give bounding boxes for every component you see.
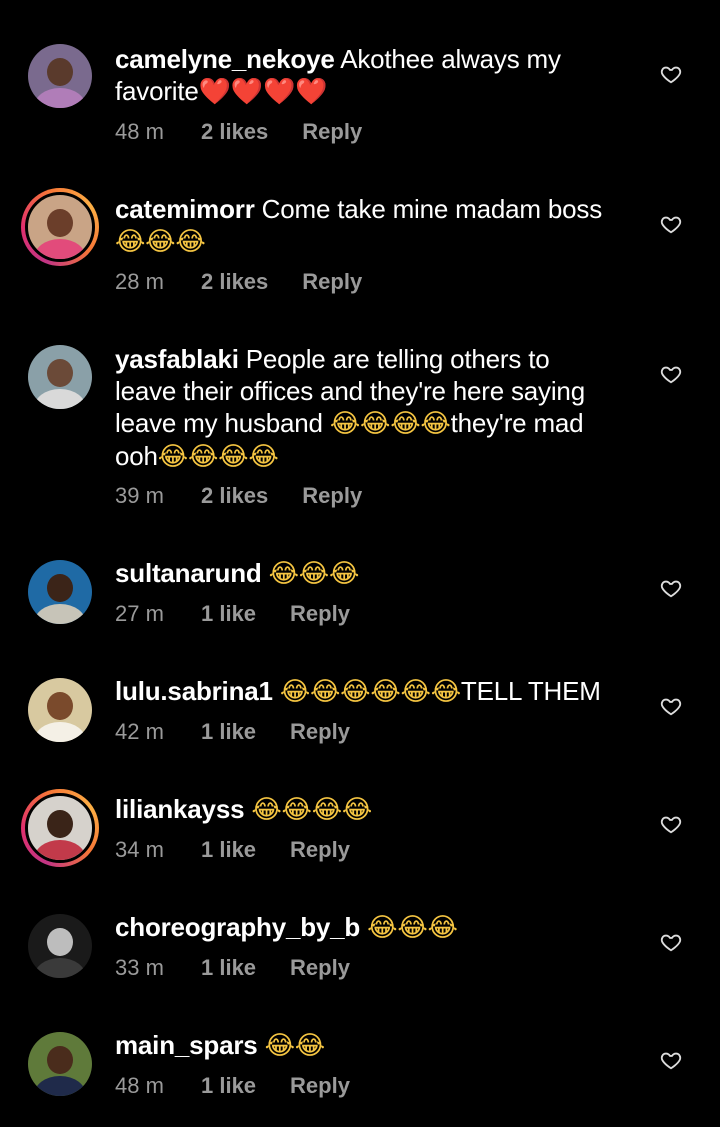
heart-icon[interactable] — [660, 1049, 682, 1071]
comment-meta: 34 m 1 like Reply — [115, 837, 350, 863]
comment-text: catemimorr Come take mine madam boss 😂😂😂 — [115, 193, 635, 258]
heart-icon[interactable] — [660, 577, 682, 599]
heart-icon[interactable] — [660, 363, 682, 385]
reply-button[interactable]: Reply — [290, 1073, 350, 1099]
comment-text: lulu.sabrina1 😂😂😂😂😂😂TELL THEM — [115, 675, 635, 708]
comment-emojis: 😂😂 — [264, 1031, 326, 1061]
likes-count[interactable]: 2 likes — [201, 483, 268, 509]
timestamp: 33 m — [115, 955, 164, 980]
reply-button[interactable]: Reply — [290, 955, 350, 981]
comment-text: yasfablaki People are telling others to … — [115, 343, 635, 473]
reply-button[interactable]: Reply — [302, 269, 362, 295]
comment-body-line: leave my husband — [115, 408, 330, 438]
avatar-story-ring[interactable] — [21, 789, 99, 867]
likes-count[interactable]: 1 like — [201, 837, 256, 863]
comment-text: sultanarund 😂😂😂 — [115, 557, 635, 590]
username[interactable]: catemimorr — [115, 194, 255, 224]
reply-button[interactable]: Reply — [290, 601, 350, 627]
comment-body-line: People are telling others to — [245, 344, 550, 374]
avatar-image — [25, 793, 95, 863]
reply-button[interactable]: Reply — [290, 837, 350, 863]
comment-meta: 27 m 1 like Reply — [115, 601, 350, 627]
comment-meta: 33 m 1 like Reply — [115, 955, 350, 981]
comment-body-line: ooh — [115, 441, 158, 471]
timestamp: 42 m — [115, 719, 164, 744]
username[interactable]: choreography_by_b — [115, 912, 360, 942]
comment-body-line: leave their offices and they're here say… — [115, 376, 585, 406]
comment-emojis: 😂😂😂 — [367, 913, 458, 943]
heart-icon[interactable] — [660, 931, 682, 953]
avatar[interactable] — [28, 560, 92, 624]
avatar[interactable] — [28, 345, 92, 409]
comment-body: TELL THEM — [460, 676, 601, 706]
reply-button[interactable]: Reply — [302, 483, 362, 509]
avatar[interactable] — [28, 1032, 92, 1096]
comment-text: liliankayss 😂😂😂😂 — [115, 793, 635, 826]
timestamp: 34 m — [115, 837, 164, 862]
timestamp: 48 m — [115, 119, 164, 144]
likes-count[interactable]: 1 like — [201, 1073, 256, 1099]
heart-icon[interactable] — [660, 695, 682, 717]
comment-emojis: 😂😂😂😂 — [157, 442, 279, 472]
comment-emojis: 😂😂😂😂 — [251, 795, 373, 825]
avatar-image — [28, 678, 92, 742]
likes-count[interactable]: 1 like — [201, 719, 256, 745]
comment-emojis: 😂😂😂 — [268, 559, 360, 589]
comment-meta: 48 m 1 like Reply — [115, 1073, 350, 1099]
reply-button[interactable]: Reply — [302, 119, 362, 145]
likes-count[interactable]: 2 likes — [201, 269, 268, 295]
heart-icon[interactable] — [660, 813, 682, 835]
avatar-story-ring[interactable] — [21, 188, 99, 266]
likes-count[interactable]: 1 like — [201, 601, 256, 627]
heart-icon[interactable] — [660, 213, 682, 235]
comment-emojis: ❤️❤️❤️❤️ — [198, 77, 328, 107]
avatar[interactable] — [28, 914, 92, 978]
comment-meta: 42 m 1 like Reply — [115, 719, 350, 745]
avatar-image — [25, 192, 95, 262]
avatar-image — [28, 345, 92, 409]
timestamp: 48 m — [115, 1073, 164, 1098]
username[interactable]: main_spars — [115, 1030, 258, 1060]
username[interactable]: lulu.sabrina1 — [115, 676, 273, 706]
timestamp: 27 m — [115, 601, 164, 626]
username[interactable]: camelyne_nekoye — [115, 44, 335, 74]
username[interactable]: yasfablaki — [115, 344, 239, 374]
comment-text: main_spars 😂😂 — [115, 1029, 635, 1062]
heart-icon[interactable] — [660, 63, 682, 85]
likes-count[interactable]: 2 likes — [201, 119, 268, 145]
avatar-image — [28, 44, 92, 108]
avatar-image — [28, 560, 92, 624]
likes-count[interactable]: 1 like — [201, 955, 256, 981]
timestamp: 28 m — [115, 269, 164, 294]
timestamp: 39 m — [115, 483, 164, 508]
comment-text: choreography_by_b 😂😂😂 — [115, 911, 635, 944]
avatar[interactable] — [28, 44, 92, 108]
comment-meta: 39 m 2 likes Reply — [115, 483, 362, 509]
username[interactable]: sultanarund — [115, 558, 262, 588]
avatar-image — [28, 914, 92, 978]
username[interactable]: liliankayss — [115, 794, 245, 824]
comment-meta: 28 m 2 likes Reply — [115, 269, 362, 295]
comment-text: camelyne_nekoye Akothee always my favori… — [115, 43, 635, 108]
avatar[interactable] — [28, 678, 92, 742]
comment-body: Come take mine madam boss — [261, 194, 603, 224]
reply-button[interactable]: Reply — [290, 719, 350, 745]
comment-emojis: 😂😂😂😂 — [329, 409, 451, 439]
comment-emojis: 😂😂😂 — [115, 227, 206, 257]
comment-emojis: 😂😂😂😂😂😂 — [279, 677, 461, 707]
comment-body-line: they're mad — [450, 408, 584, 438]
avatar-image — [28, 1032, 92, 1096]
comment-meta: 48 m 2 likes Reply — [115, 119, 362, 145]
